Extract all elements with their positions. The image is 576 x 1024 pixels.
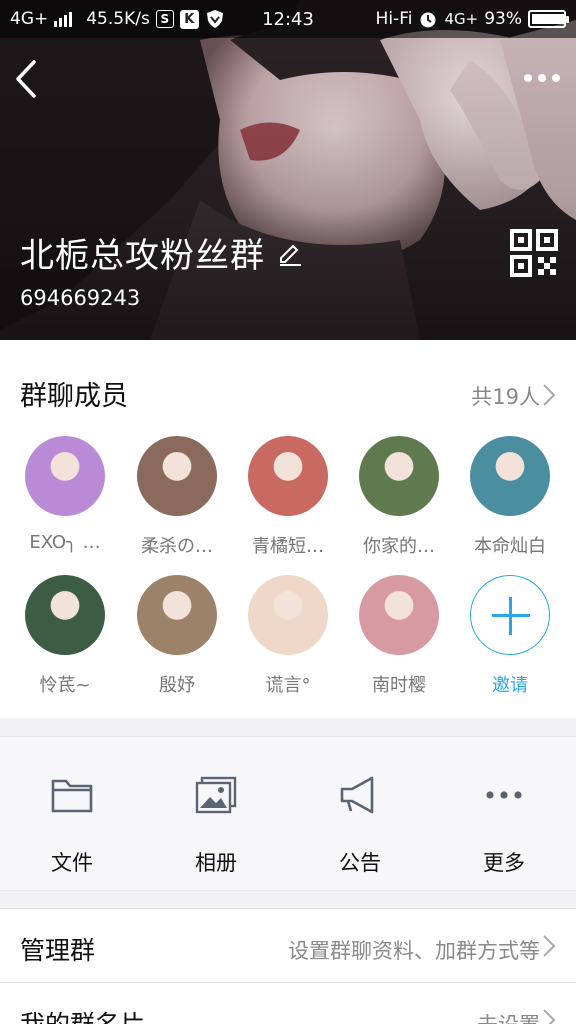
member-avatar (137, 436, 217, 516)
battery-icon (528, 10, 569, 28)
edit-pencil-icon[interactable] (277, 240, 303, 266)
hifi-indicator: Hi-Fi (375, 9, 413, 29)
member-name: 本命灿白 (474, 536, 546, 557)
member-name: 南时樱 (372, 675, 426, 696)
chevron-right-icon (543, 384, 556, 406)
members-count: 共19人 (471, 385, 540, 409)
member-item[interactable]: EXO╮ … (15, 436, 115, 553)
tool-files[interactable]: 文件 (0, 737, 144, 892)
signal-icon (54, 11, 73, 27)
folder-icon (51, 779, 93, 813)
invite-label: 邀请 (492, 675, 528, 696)
member-name: 柔杀の… (141, 536, 213, 557)
group-id: 694669243 (20, 286, 141, 310)
battery-percent: 93% (484, 9, 522, 29)
network-speed: 45.5K/s (86, 9, 150, 29)
alarm-icon (420, 12, 436, 28)
group-profile-page: 4G+ 45.5K/s S K 12:43 Hi-Fi 4G+ 93% 北栀总攻… (0, 0, 576, 1024)
tool-album[interactable]: 相册 (144, 737, 288, 892)
s-app-icon: S (155, 10, 174, 28)
member-item[interactable]: 殷妤 (127, 575, 227, 697)
member-name: 谎言° (265, 675, 311, 696)
tool-album-label: 相册 (195, 851, 237, 875)
member-item[interactable]: 谎言° (238, 575, 338, 697)
tool-files-label: 文件 (51, 851, 93, 875)
tool-announcement-label: 公告 (339, 851, 381, 875)
k-app-icon: K (179, 9, 199, 29)
member-avatar (137, 575, 217, 655)
chevron-right-icon (543, 935, 556, 957)
group-name: 北栀总攻粉丝群 (20, 236, 265, 276)
member-avatar (248, 436, 328, 516)
qr-code-icon[interactable] (510, 229, 558, 277)
my-group-card-label: 我的群名片 (20, 1005, 145, 1024)
member-name: EXO╮ … (29, 532, 101, 553)
tool-more[interactable]: 更多 (432, 737, 576, 892)
member-avatar (359, 575, 439, 655)
manage-group-value: 设置群聊资料、加群方式等 (288, 939, 540, 963)
status-bar: 4G+ 45.5K/s S K 12:43 Hi-Fi 4G+ 93% (0, 0, 576, 38)
clock: 12:43 (262, 8, 314, 30)
shield-icon (206, 10, 223, 28)
network-type: 4G+ (10, 9, 49, 29)
member-avatar (248, 575, 328, 655)
back-arrow-icon[interactable] (10, 56, 46, 102)
members-header[interactable]: 群聊成员 共19人 (0, 340, 576, 430)
add-member-icon (470, 575, 550, 655)
manage-group-label: 管理群 (20, 936, 96, 965)
member-avatar (359, 436, 439, 516)
member-item[interactable]: 怜茋~ (15, 575, 115, 697)
member-item[interactable]: 柔杀の… (127, 436, 227, 558)
album-icon (195, 776, 237, 814)
more-options-button[interactable] (522, 66, 562, 90)
manage-group-row[interactable]: 管理群 设置群聊资料、加群方式等 (0, 908, 576, 982)
member-avatar (470, 436, 550, 516)
member-item[interactable]: 你家的… (349, 436, 449, 558)
battery-fill (532, 14, 564, 24)
chevron-right-icon (543, 1009, 556, 1024)
my-group-card-value: 未设置 (477, 1009, 540, 1024)
member-name: 你家的… (363, 536, 435, 557)
group-tools: 文件 相册 公告 更多 (0, 736, 576, 891)
invite-button[interactable]: 邀请 (460, 575, 560, 697)
megaphone-icon (340, 776, 374, 814)
member-item[interactable]: 本命灿白 (460, 436, 560, 558)
group-name-row: 北栀总攻粉丝群 (20, 228, 303, 277)
member-item[interactable]: 南时樱 (349, 575, 449, 697)
member-name: 怜茋~ (39, 675, 91, 696)
member-avatar (25, 575, 105, 655)
member-name: 青橘短… (252, 536, 324, 557)
members-section: 群聊成员 共19人 EXO╮ … 柔杀の… 青橘短… 你家的… 本命灿白怜茋~ 殷妤 谎言°… (0, 340, 576, 718)
more-dots-icon (486, 791, 522, 799)
tool-more-label: 更多 (483, 851, 525, 875)
member-name: 殷妤 (159, 675, 195, 696)
group-cover-photo: 4G+ 45.5K/s S K 12:43 Hi-Fi 4G+ 93% 北栀总攻… (0, 0, 576, 340)
my-group-card-row[interactable]: 我的群名片 未设置 (0, 982, 576, 1024)
member-item[interactable]: 青橘短… (238, 436, 338, 558)
tool-announcement[interactable]: 公告 (288, 737, 432, 892)
network-type-2: 4G+ (444, 10, 479, 28)
members-title: 群聊成员 (20, 381, 128, 412)
member-avatar (25, 436, 105, 516)
